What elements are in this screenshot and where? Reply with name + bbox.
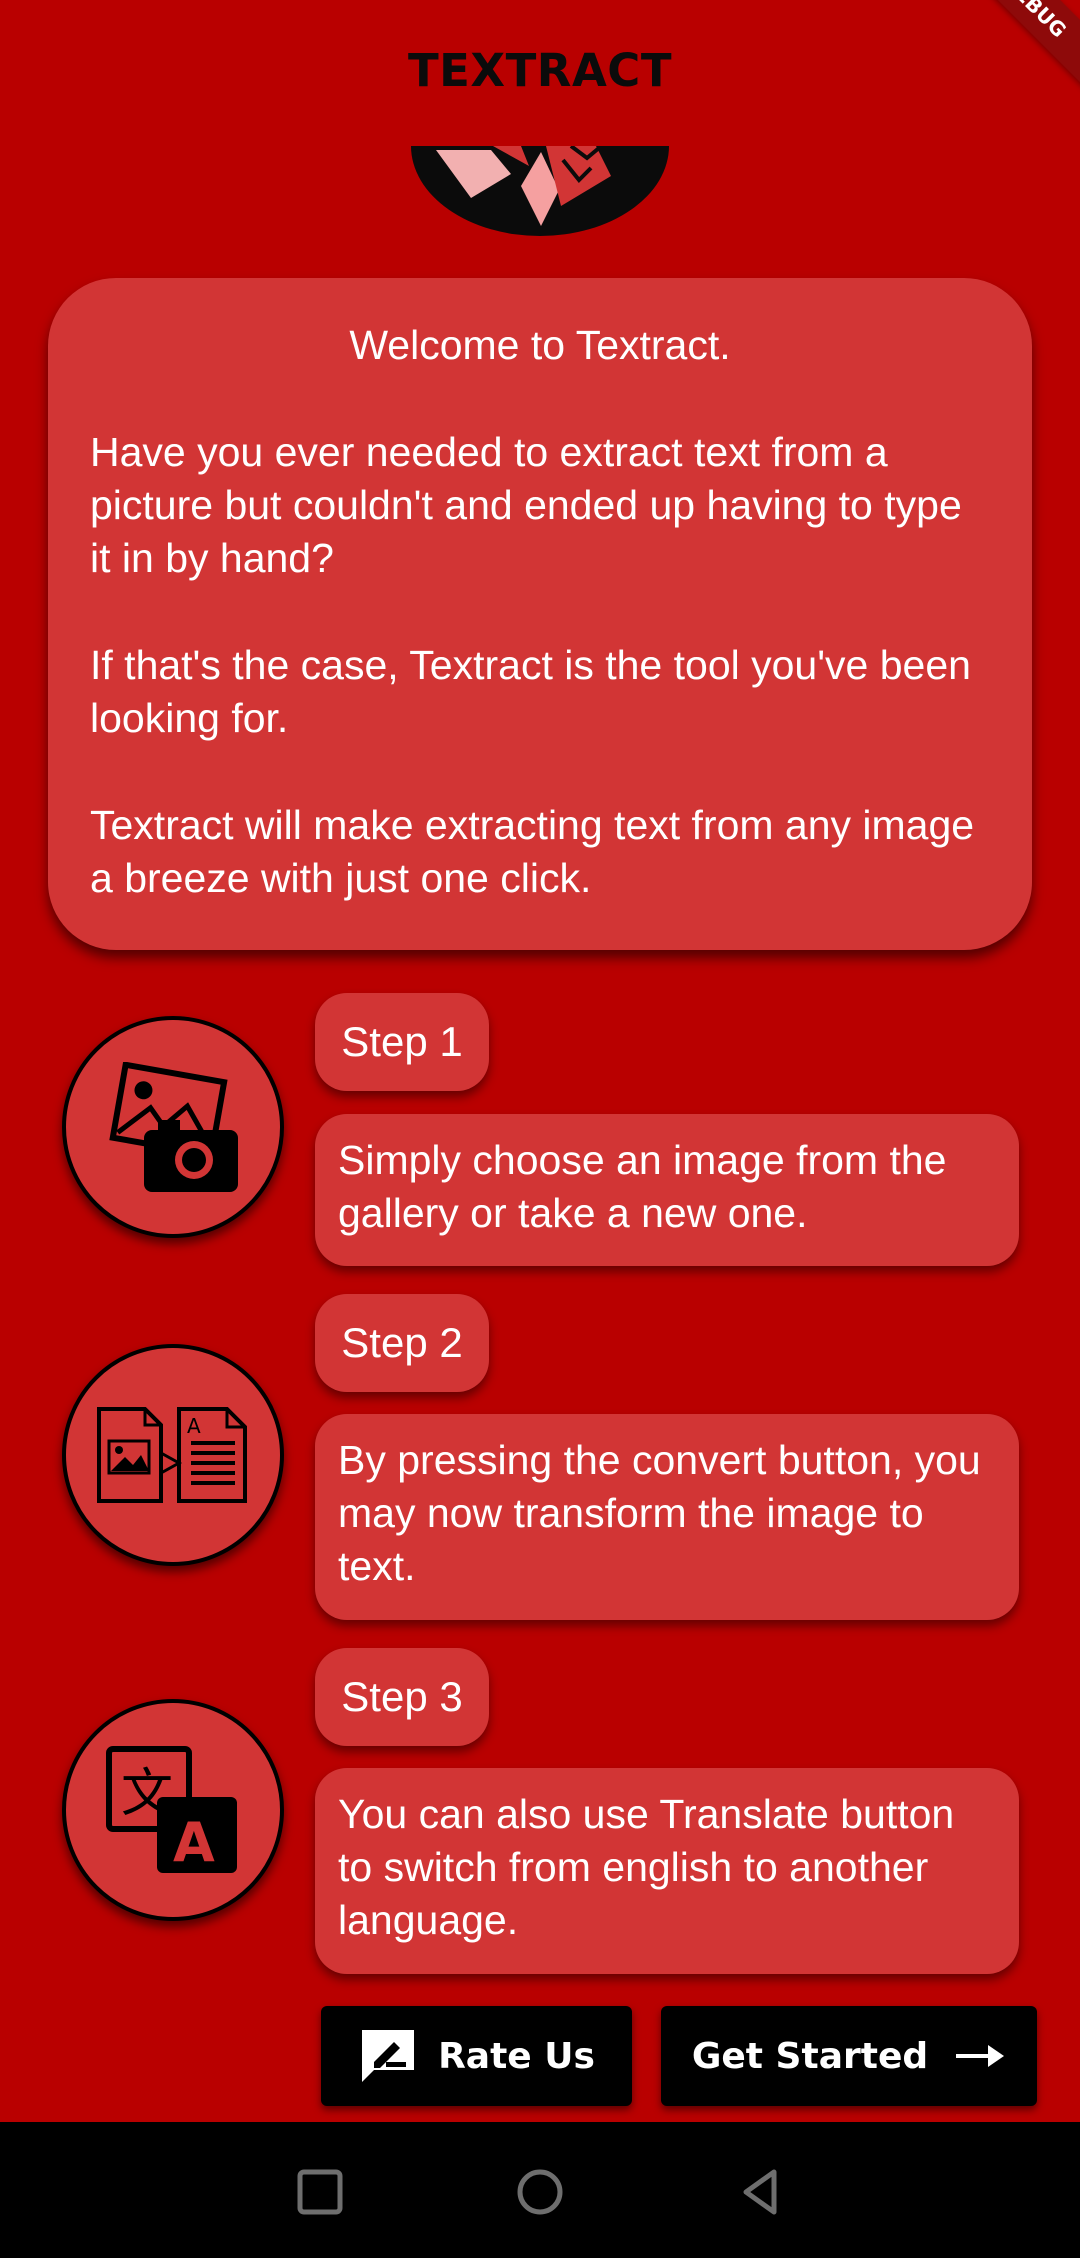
welcome-paragraph-1: Have you ever needed to extract text fro… (90, 429, 962, 581)
system-nav-bar (0, 2122, 1080, 2258)
get-started-label: Get Started (691, 2035, 929, 2077)
step-2-icon-circle: A (62, 1344, 284, 1566)
rate-us-button[interactable]: Rate Us (321, 2006, 632, 2106)
home-icon[interactable] (510, 2162, 570, 2222)
step-3-label: Step 3 (315, 1648, 489, 1746)
step-1-label: Step 1 (315, 993, 489, 1091)
recents-icon[interactable] (290, 2162, 350, 2222)
step-3-icon-circle: 文 A (62, 1699, 284, 1921)
arrow-right-icon (956, 2045, 1005, 2067)
svg-text:A: A (187, 1414, 201, 1438)
gallery-camera-icon (109, 1062, 238, 1192)
step-2-text: By pressing the convert button, you may … (315, 1414, 1019, 1620)
welcome-card: Welcome to Textract. Have you ever neede… (48, 278, 1032, 950)
step-1-text: Simply choose an image from the gallery … (315, 1114, 1019, 1266)
step-3-text: You can also use Translate button to swi… (315, 1768, 1019, 1974)
rate-us-label: Rate Us (438, 2035, 595, 2077)
app-title: TEXTRACT (407, 44, 673, 97)
back-icon[interactable] (730, 2162, 790, 2222)
welcome-paragraph-2: If that's the case, Textract is the tool… (90, 642, 971, 741)
step-2-label: Step 2 (315, 1294, 489, 1392)
welcome-paragraph-3: Textract will make extracting text from … (90, 802, 975, 901)
image-to-text-icon: A (97, 1407, 247, 1503)
rate-review-icon (362, 2030, 415, 2082)
step-1-icon-circle (62, 1016, 284, 1238)
welcome-title: Welcome to Textract. (349, 322, 731, 368)
svg-text:A: A (173, 1811, 215, 1874)
app-logo (411, 146, 669, 236)
translate-icon: 文 A (106, 1746, 237, 1874)
get-started-button[interactable]: Get Started (661, 2006, 1037, 2106)
